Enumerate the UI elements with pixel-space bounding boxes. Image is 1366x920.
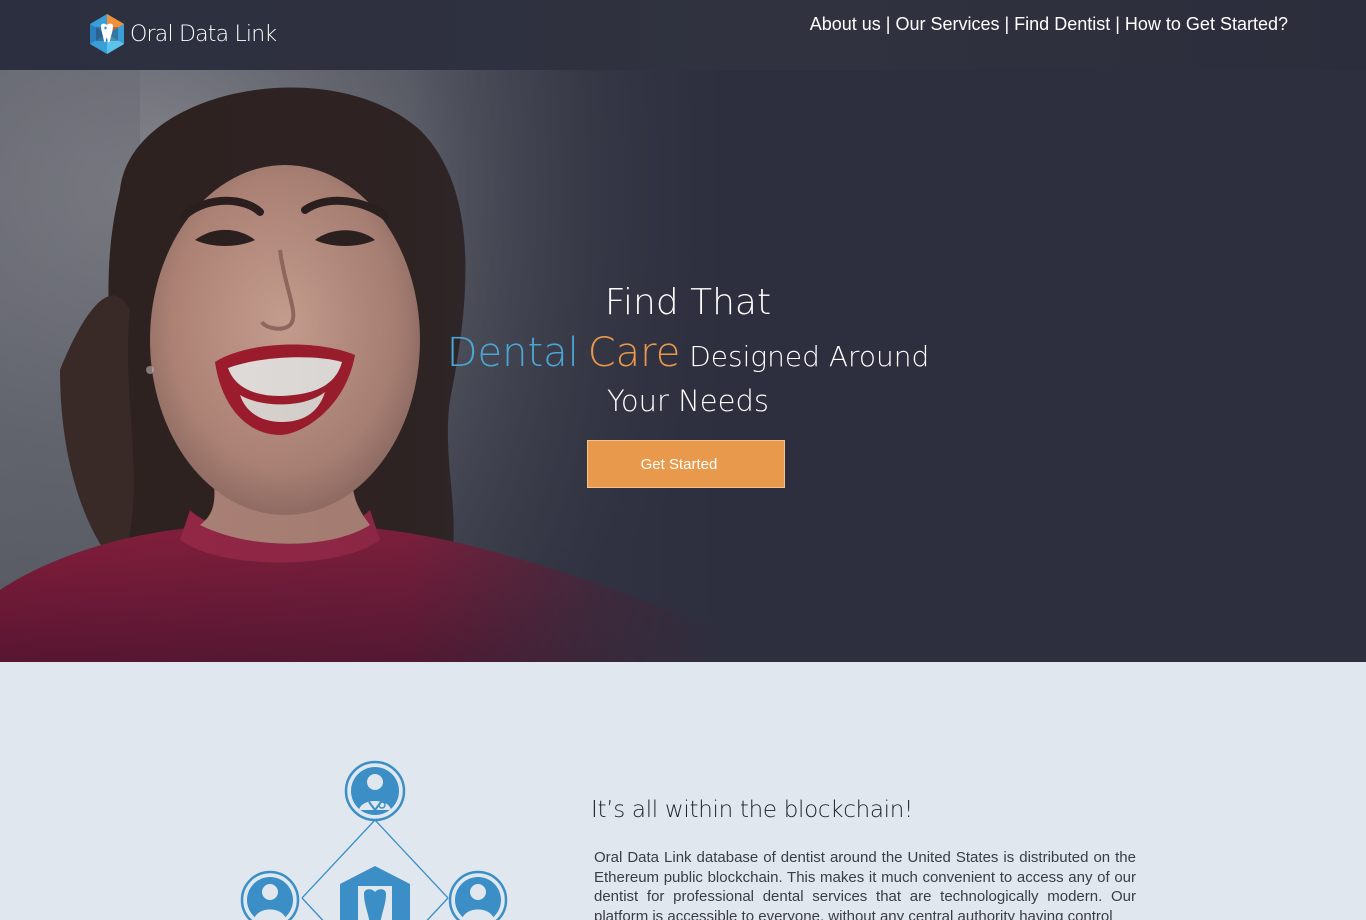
hero-headline: Find That Dental Care Designed Around Yo… xyxy=(0,280,1366,420)
main-nav: About us | Our Services | Find Dentist |… xyxy=(810,14,1288,35)
user-icon-left xyxy=(240,870,300,920)
hero-line-3: Your Needs xyxy=(606,384,770,418)
hero-line-2-rest: Designed Around xyxy=(689,340,930,373)
get-started-button[interactable]: Get Started xyxy=(587,440,785,488)
top-navbar: Oral Data Link About us | Our Services |… xyxy=(0,0,1366,70)
hero-highlight-dental: Dental xyxy=(446,330,579,376)
brand-name: Oral Data Link xyxy=(130,21,277,47)
hero-line-1: Find That xyxy=(604,282,772,323)
blockchain-section: It’s all within the blockchain! Oral Dat… xyxy=(0,662,1366,920)
hero-line-2: Dental Care Designed Around xyxy=(0,328,1366,382)
nav-about-us[interactable]: About us xyxy=(810,14,881,35)
hero-highlight-care: Care xyxy=(587,330,681,376)
tooth-hexagon-logo-icon xyxy=(90,14,124,54)
user-icon-right xyxy=(448,870,508,920)
blockchain-network-diagram xyxy=(240,760,508,920)
dentist-icon xyxy=(344,760,406,822)
blockchain-title: It’s all within the blockchain! xyxy=(591,797,913,823)
nav-separator: | xyxy=(1004,14,1010,34)
nav-how-to-get-started[interactable]: How to Get Started? xyxy=(1125,14,1288,35)
hero-section: Find That Dental Care Designed Around Yo… xyxy=(0,70,1366,662)
nav-find-dentist[interactable]: Find Dentist xyxy=(1014,14,1110,35)
nav-separator: | xyxy=(885,14,891,34)
nav-our-services[interactable]: Our Services xyxy=(895,14,999,35)
brand-logo[interactable]: Oral Data Link xyxy=(88,13,277,55)
tooth-hexagon-icon xyxy=(340,866,410,920)
blockchain-description: Oral Data Link database of dentist aroun… xyxy=(594,849,1136,920)
nav-separator: | xyxy=(1115,14,1120,34)
